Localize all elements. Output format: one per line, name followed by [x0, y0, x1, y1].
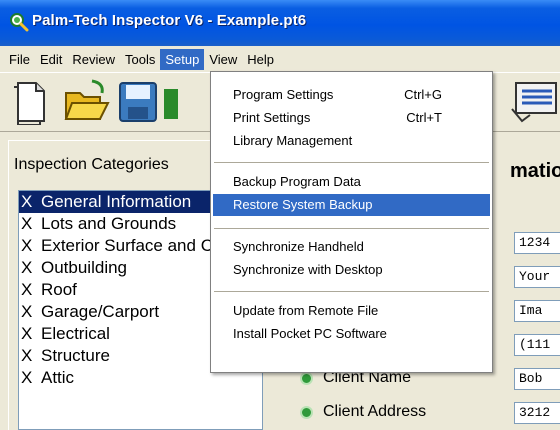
menu-item-restore-system-backup[interactable]: Restore System Backup: [213, 194, 490, 216]
category-label: Attic: [41, 368, 75, 387]
field-input-4[interactable]: (111: [514, 334, 560, 356]
menu-help[interactable]: Help: [242, 49, 279, 70]
category-label: Garage/Carport: [41, 302, 160, 321]
menu-item-update-from-remote-file[interactable]: Update from Remote File: [213, 300, 490, 322]
required-bullet-icon: [300, 405, 313, 419]
category-complete-mark: X: [21, 368, 33, 387]
menu-item-library-management[interactable]: Library Management: [213, 130, 490, 152]
menu-tools[interactable]: Tools: [120, 49, 160, 70]
menu-bar: File Edit Review Tools Setup View Help: [0, 46, 560, 72]
category-label: Outbuilding: [41, 258, 128, 277]
menu-item-synchronize-with-desktop[interactable]: Synchronize with Desktop: [213, 259, 490, 281]
category-complete-mark: X: [21, 324, 33, 343]
field-input-client-name[interactable]: Bob: [514, 368, 560, 390]
menu-item-print-settings[interactable]: Print Settings Ctrl+T: [213, 107, 490, 129]
category-label: General Information: [41, 192, 192, 211]
category-complete-mark: X: [21, 346, 33, 365]
menu-item-label: Update from Remote File: [233, 303, 379, 318]
menu-item-label: Synchronize with Desktop: [233, 262, 383, 277]
menu-separator: [214, 291, 489, 292]
category-label: Structure: [41, 346, 110, 365]
menu-item-backup-program-data[interactable]: Backup Program Data: [213, 171, 490, 193]
field-label-client-address: Client Address: [300, 403, 426, 421]
menu-separator: [214, 228, 489, 229]
field-input-3[interactable]: Ima: [514, 300, 560, 322]
setup-menu-dropdown: Program Settings Ctrl+G Print Settings Ctrl…: [210, 71, 493, 373]
category-complete-mark: X: [21, 302, 33, 321]
open-folder-icon[interactable]: [62, 79, 110, 125]
menu-item-label: Program Settings: [233, 87, 334, 102]
menu-item-label: Synchronize Handheld: [233, 239, 364, 254]
section-heading: matio: [510, 160, 560, 182]
inspection-categories-heading: Inspection Categories: [14, 156, 169, 173]
menu-edit[interactable]: Edit: [35, 49, 67, 70]
menu-item-shortcut: Ctrl+T: [406, 110, 442, 125]
category-complete-mark: X: [21, 258, 33, 277]
menu-view[interactable]: View: [204, 49, 242, 70]
field-input-1[interactable]: 1234: [514, 232, 560, 254]
menu-setup[interactable]: Setup: [160, 48, 205, 70]
save-disk-icon[interactable]: [116, 79, 160, 125]
menu-review[interactable]: Review: [67, 49, 120, 70]
menu-separator: [214, 162, 489, 163]
menu-item-synchronize-handheld[interactable]: Synchronize Handheld: [213, 236, 490, 258]
menu-item-program-settings[interactable]: Program Settings Ctrl+G: [213, 84, 490, 106]
required-bullet-icon: [300, 371, 313, 385]
menu-item-label: Restore System Backup: [233, 197, 373, 212]
menu-item-label: Install Pocket PC Software: [233, 326, 387, 341]
category-complete-mark: X: [21, 280, 33, 299]
window-title: Palm-Tech Inspector V6 - Example.pt6: [32, 12, 307, 29]
field-label-text: Client Address: [323, 403, 427, 420]
category-label: Roof: [41, 280, 77, 299]
menu-file[interactable]: File: [4, 49, 35, 70]
print-icon[interactable]: [160, 79, 180, 125]
field-input-2[interactable]: Your: [514, 266, 560, 288]
title-bar: Palm-Tech Inspector V6 - Example.pt6: [0, 0, 560, 46]
menu-item-label: Print Settings: [233, 110, 311, 125]
category-complete-mark: X: [21, 192, 33, 211]
category-complete-mark: X: [21, 236, 33, 255]
category-label: Lots and Grounds: [41, 214, 177, 233]
menu-item-label: Backup Program Data: [233, 174, 361, 189]
menu-item-install-pocket-pc-software[interactable]: Install Pocket PC Software: [213, 323, 490, 345]
category-label: Electrical: [41, 324, 110, 343]
menu-item-shortcut: Ctrl+G: [404, 87, 442, 102]
app-magnifier-icon: [10, 13, 29, 32]
report-icon[interactable]: [508, 79, 560, 125]
menu-item-label: Library Management: [233, 133, 353, 148]
new-document-icon[interactable]: [10, 79, 50, 125]
category-complete-mark: X: [21, 214, 33, 233]
